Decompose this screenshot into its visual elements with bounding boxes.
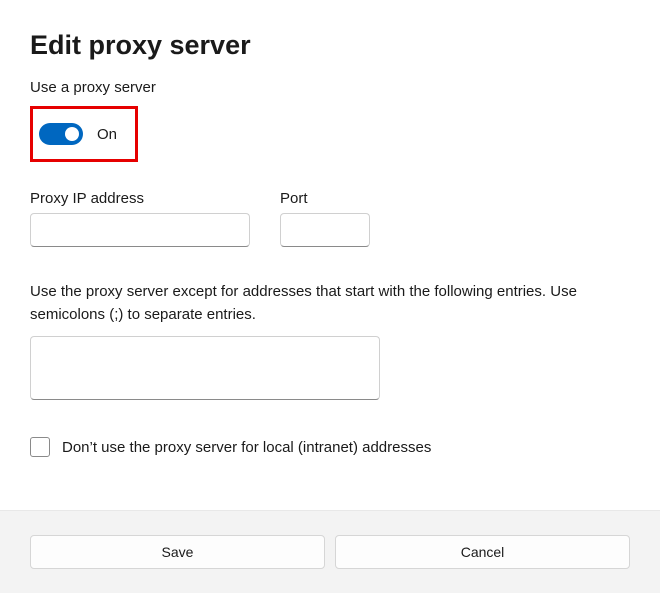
proxy-toggle[interactable]	[39, 123, 83, 145]
toggle-knob-icon	[65, 127, 79, 141]
exceptions-textarea[interactable]	[30, 336, 380, 400]
toggle-highlight: On	[30, 106, 138, 162]
local-bypass-checkbox[interactable]	[30, 437, 50, 457]
port-input[interactable]	[280, 213, 370, 247]
ip-input[interactable]	[30, 213, 250, 247]
dialog-button-bar: Save Cancel	[0, 510, 660, 593]
port-label: Port	[280, 190, 370, 207]
ip-field-group: Proxy IP address	[30, 190, 250, 247]
dialog-title: Edit proxy server	[30, 30, 630, 61]
ip-label: Proxy IP address	[30, 190, 250, 207]
edit-proxy-dialog: Edit proxy server Use a proxy server On …	[0, 0, 660, 457]
use-proxy-label: Use a proxy server	[30, 79, 630, 96]
exceptions-label: Use the proxy server except for addresse…	[30, 281, 630, 326]
cancel-button[interactable]: Cancel	[335, 535, 630, 569]
toggle-state-label: On	[97, 126, 117, 143]
local-bypass-row: Don’t use the proxy server for local (in…	[30, 437, 630, 457]
local-bypass-label: Don’t use the proxy server for local (in…	[62, 439, 431, 456]
address-port-row: Proxy IP address Port	[30, 190, 630, 247]
save-button[interactable]: Save	[30, 535, 325, 569]
port-field-group: Port	[280, 190, 370, 247]
